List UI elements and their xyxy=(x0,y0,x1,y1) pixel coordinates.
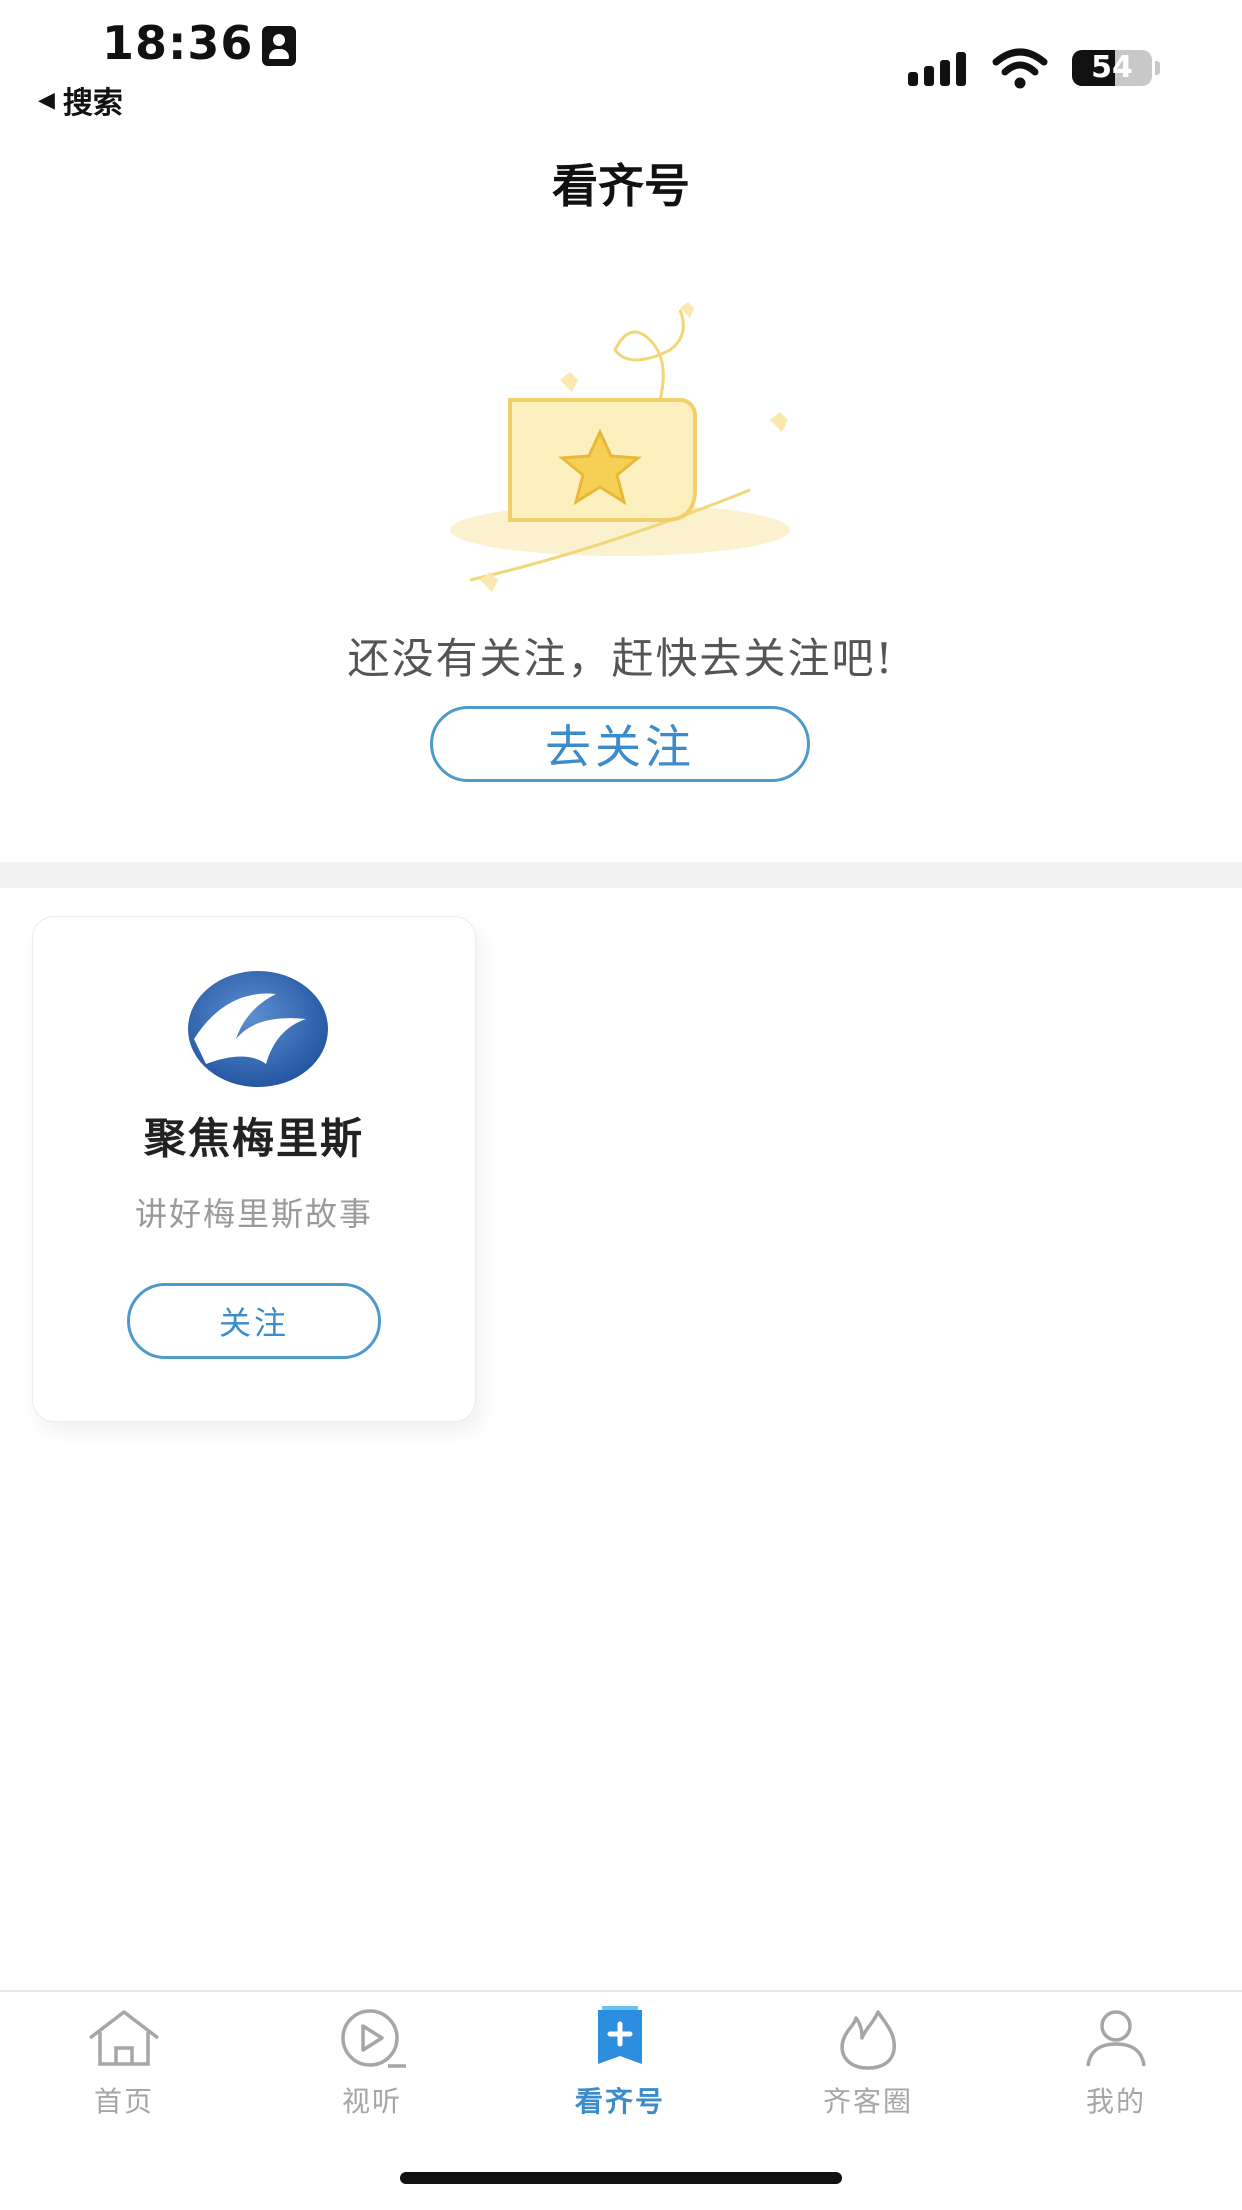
back-arrow-icon: ◀ xyxy=(38,87,55,113)
tab-kanqihao-label: 看齐号 xyxy=(574,2085,665,2118)
contact-card-icon xyxy=(262,26,296,66)
tab-audio-video-label: 视听 xyxy=(341,2085,402,2118)
tab-profile[interactable]: 我的 xyxy=(992,1992,1240,2132)
tab-home-label: 首页 xyxy=(93,2085,154,2118)
play-icon xyxy=(341,2009,406,2068)
wifi-icon xyxy=(992,48,1048,89)
empty-state-message: 还没有关注，赶快去关注吧! xyxy=(347,634,895,683)
user-icon xyxy=(1086,2010,1146,2067)
tab-profile-label: 我的 xyxy=(1085,2085,1146,2118)
home-indicator[interactable] xyxy=(400,2172,842,2184)
battery-level: 54 xyxy=(1091,50,1133,85)
tab-home[interactable]: 首页 xyxy=(0,1992,248,2132)
tab-audio-video[interactable]: 视听 xyxy=(248,1992,496,2132)
recommended-account-card[interactable]: 聚焦梅里斯 讲好梅里斯故事 关注 xyxy=(32,916,476,1422)
tab-qike-circle[interactable]: 齐客圈 xyxy=(744,1992,992,2132)
status-bar: 18:36 ◀ 搜索 54 xyxy=(0,0,1242,122)
back-to-search-link[interactable]: ◀ 搜索 xyxy=(38,78,123,122)
home-icon xyxy=(88,2010,160,2066)
tab-qike-circle-label: 齐客圈 xyxy=(822,2085,913,2118)
battery-nub xyxy=(1155,61,1160,75)
account-description: 讲好梅里斯故事 xyxy=(134,1195,373,1233)
tab-kanqihao[interactable]: 看齐号 xyxy=(496,1992,744,2132)
account-name: 聚焦梅里斯 xyxy=(143,1114,364,1163)
bookmark-plus-icon xyxy=(598,2006,642,2064)
page-title: 看齐号 xyxy=(552,159,690,213)
flame-icon xyxy=(840,2010,896,2070)
star-folder-illustration xyxy=(450,302,790,592)
status-time: 18:36 xyxy=(102,16,254,70)
battery-indicator: 54 xyxy=(1072,50,1152,86)
go-follow-button[interactable]: 去关注 xyxy=(430,706,810,782)
section-divider xyxy=(0,862,1242,888)
back-link-label: 搜索 xyxy=(62,86,123,121)
follow-button[interactable]: 关注 xyxy=(127,1283,381,1359)
account-avatar-logo xyxy=(188,971,328,1087)
cellular-signal-icon xyxy=(908,52,972,86)
